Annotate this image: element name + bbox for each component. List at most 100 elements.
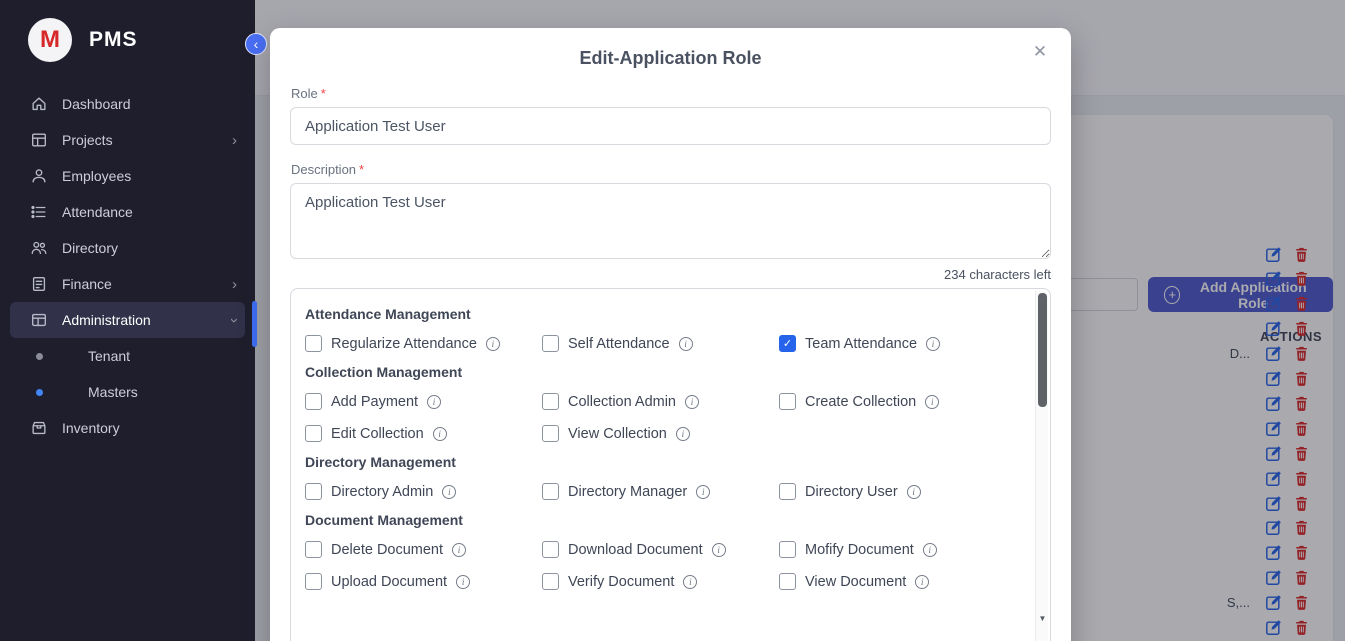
permission-option-label: Collection Admin — [568, 394, 676, 410]
home-icon — [30, 95, 48, 113]
info-icon[interactable]: i — [923, 543, 937, 557]
checkbox-unchecked[interactable]: ✓ — [305, 425, 322, 442]
checkbox-unchecked[interactable]: ✓ — [305, 541, 322, 558]
description-textarea[interactable]: Application Test User — [290, 183, 1051, 259]
info-icon[interactable]: i — [712, 543, 726, 557]
required-marker: * — [321, 86, 326, 101]
permission-option[interactable]: ✓Add Paymenti — [305, 393, 542, 410]
permissions-scrollbar[interactable]: ▼ — [1035, 291, 1048, 641]
sidebar-item-inventory[interactable]: Inventory — [10, 410, 245, 446]
app-logo: M PMS — [0, 0, 255, 80]
permission-option[interactable]: ✓Regularize Attendancei — [305, 335, 542, 352]
permission-option[interactable]: ✓Directory Useri — [779, 483, 1016, 500]
info-icon[interactable]: i — [452, 543, 466, 557]
permission-option[interactable]: ✓ View Collection i — [542, 425, 779, 442]
info-icon[interactable]: i — [926, 337, 940, 351]
permission-option[interactable]: ✓ Download Document i — [542, 541, 779, 558]
info-icon[interactable]: i — [442, 485, 456, 499]
info-icon[interactable]: i — [685, 395, 699, 409]
checkbox-unchecked[interactable]: ✓ — [779, 541, 796, 558]
sidebar-item-employees[interactable]: Employees — [10, 158, 245, 194]
role-input[interactable] — [290, 107, 1051, 145]
list-icon — [30, 203, 48, 221]
active-nav-indicator — [252, 301, 257, 347]
permission-option[interactable]: ✓Delete Documenti — [305, 541, 542, 558]
permission-option-label: Create Collection — [805, 394, 916, 410]
permission-option[interactable]: ✓ Directory Manager i — [542, 483, 779, 500]
permission-option[interactable]: ✓ Self Attendance i — [542, 335, 779, 352]
permission-option-label: Download Document — [568, 542, 703, 558]
permission-option[interactable]: ✓Directory Admini — [305, 483, 542, 500]
bullet-dot — [36, 389, 43, 396]
bullet-icon — [30, 347, 48, 365]
logo-monogram: M — [40, 26, 60, 54]
required-marker: * — [359, 162, 364, 177]
scroll-down-icon[interactable]: ▼ — [1036, 614, 1049, 623]
chevron-right-icon: › — [232, 277, 237, 292]
permission-option[interactable]: ✓ Create Collection i — [779, 393, 1016, 410]
permission-option-label: Verify Document — [568, 574, 674, 590]
info-icon[interactable]: i — [679, 337, 693, 351]
info-icon[interactable]: i — [925, 395, 939, 409]
permission-option-label: View Document — [805, 574, 906, 590]
sidebar-item-dashboard[interactable]: Dashboard — [10, 86, 245, 122]
checkbox-unchecked[interactable]: ✓ — [305, 335, 322, 352]
sidebar-item-label: Inventory — [62, 420, 120, 436]
permission-option[interactable]: ✓ Collection Admin i — [542, 393, 779, 410]
description-label: Description* — [291, 162, 1051, 177]
sidebar-item-directory[interactable]: Directory — [10, 230, 245, 266]
info-icon[interactable]: i — [433, 427, 447, 441]
role-label: Role* — [291, 86, 1051, 101]
sidebar-item-label: Tenant — [88, 348, 130, 364]
checkbox-unchecked[interactable]: ✓ — [542, 425, 559, 442]
permission-option[interactable]: ✓ Verify Document i — [542, 573, 779, 590]
permission-option-label: Mofify Document — [805, 542, 914, 558]
person-icon — [30, 167, 48, 185]
info-icon[interactable]: i — [915, 575, 929, 589]
permission-option-label: View Collection — [568, 426, 667, 442]
permission-option-label: Self Attendance — [568, 336, 670, 352]
checkbox-unchecked[interactable]: ✓ — [542, 573, 559, 590]
checkbox-unchecked[interactable]: ✓ — [542, 483, 559, 500]
permission-option-label: Upload Document — [331, 574, 447, 590]
sidebar-item-label: Administration — [62, 312, 151, 328]
sidebar-nav: DashboardProjects›EmployeesAttendanceDir… — [0, 80, 255, 446]
permission-option[interactable]: ✓ View Document i — [779, 573, 1016, 590]
sidebar-item-tenant[interactable]: Tenant — [10, 338, 245, 374]
info-icon[interactable]: i — [486, 337, 500, 351]
info-icon[interactable]: i — [456, 575, 470, 589]
sidebar-collapse-button[interactable]: ‹ — [245, 33, 267, 55]
info-icon[interactable]: i — [683, 575, 697, 589]
permission-option-label: Directory Manager — [568, 484, 687, 500]
permission-group: Document Management✓Delete Documenti✓Dow… — [305, 512, 1016, 590]
sidebar-item-administration[interactable]: Administration › — [10, 302, 245, 338]
checkbox-unchecked[interactable]: ✓ — [779, 573, 796, 590]
sidebar-item-projects[interactable]: Projects› — [10, 122, 245, 158]
info-icon[interactable]: i — [676, 427, 690, 441]
info-icon[interactable]: i — [427, 395, 441, 409]
scrollbar-thumb[interactable] — [1038, 293, 1047, 407]
checkbox-unchecked[interactable]: ✓ — [779, 483, 796, 500]
edit-application-role-modal: ✕ Edit-Application Role Role* Descriptio… — [270, 28, 1071, 641]
checkbox-unchecked[interactable]: ✓ — [542, 335, 559, 352]
checkbox-unchecked[interactable]: ✓ — [305, 483, 322, 500]
permission-option[interactable]: ✓Team Attendancei — [779, 335, 1016, 352]
checkbox-unchecked[interactable]: ✓ — [305, 573, 322, 590]
checkbox-checked[interactable]: ✓ — [779, 335, 796, 352]
close-icon[interactable]: ✕ — [1029, 41, 1051, 63]
permission-group: Collection Management✓Add Paymenti✓Colle… — [305, 364, 1016, 442]
permission-option[interactable]: ✓ Mofify Document i — [779, 541, 1016, 558]
permission-group: Directory Management✓Directory Admini✓Di… — [305, 454, 1016, 500]
checkbox-unchecked[interactable]: ✓ — [779, 393, 796, 410]
checkbox-unchecked[interactable]: ✓ — [542, 541, 559, 558]
permission-option[interactable]: ✓Edit Collectioni — [305, 425, 542, 442]
chevron-down-icon: › — [227, 318, 242, 323]
checkbox-unchecked[interactable]: ✓ — [542, 393, 559, 410]
info-icon[interactable]: i — [696, 485, 710, 499]
sidebar-item-finance[interactable]: Finance› — [10, 266, 245, 302]
permission-option[interactable]: ✓ Upload Document i — [305, 573, 542, 590]
info-icon[interactable]: i — [907, 485, 921, 499]
sidebar-item-attendance[interactable]: Attendance — [10, 194, 245, 230]
checkbox-unchecked[interactable]: ✓ — [305, 393, 322, 410]
sidebar-item-masters[interactable]: Masters — [10, 374, 245, 410]
